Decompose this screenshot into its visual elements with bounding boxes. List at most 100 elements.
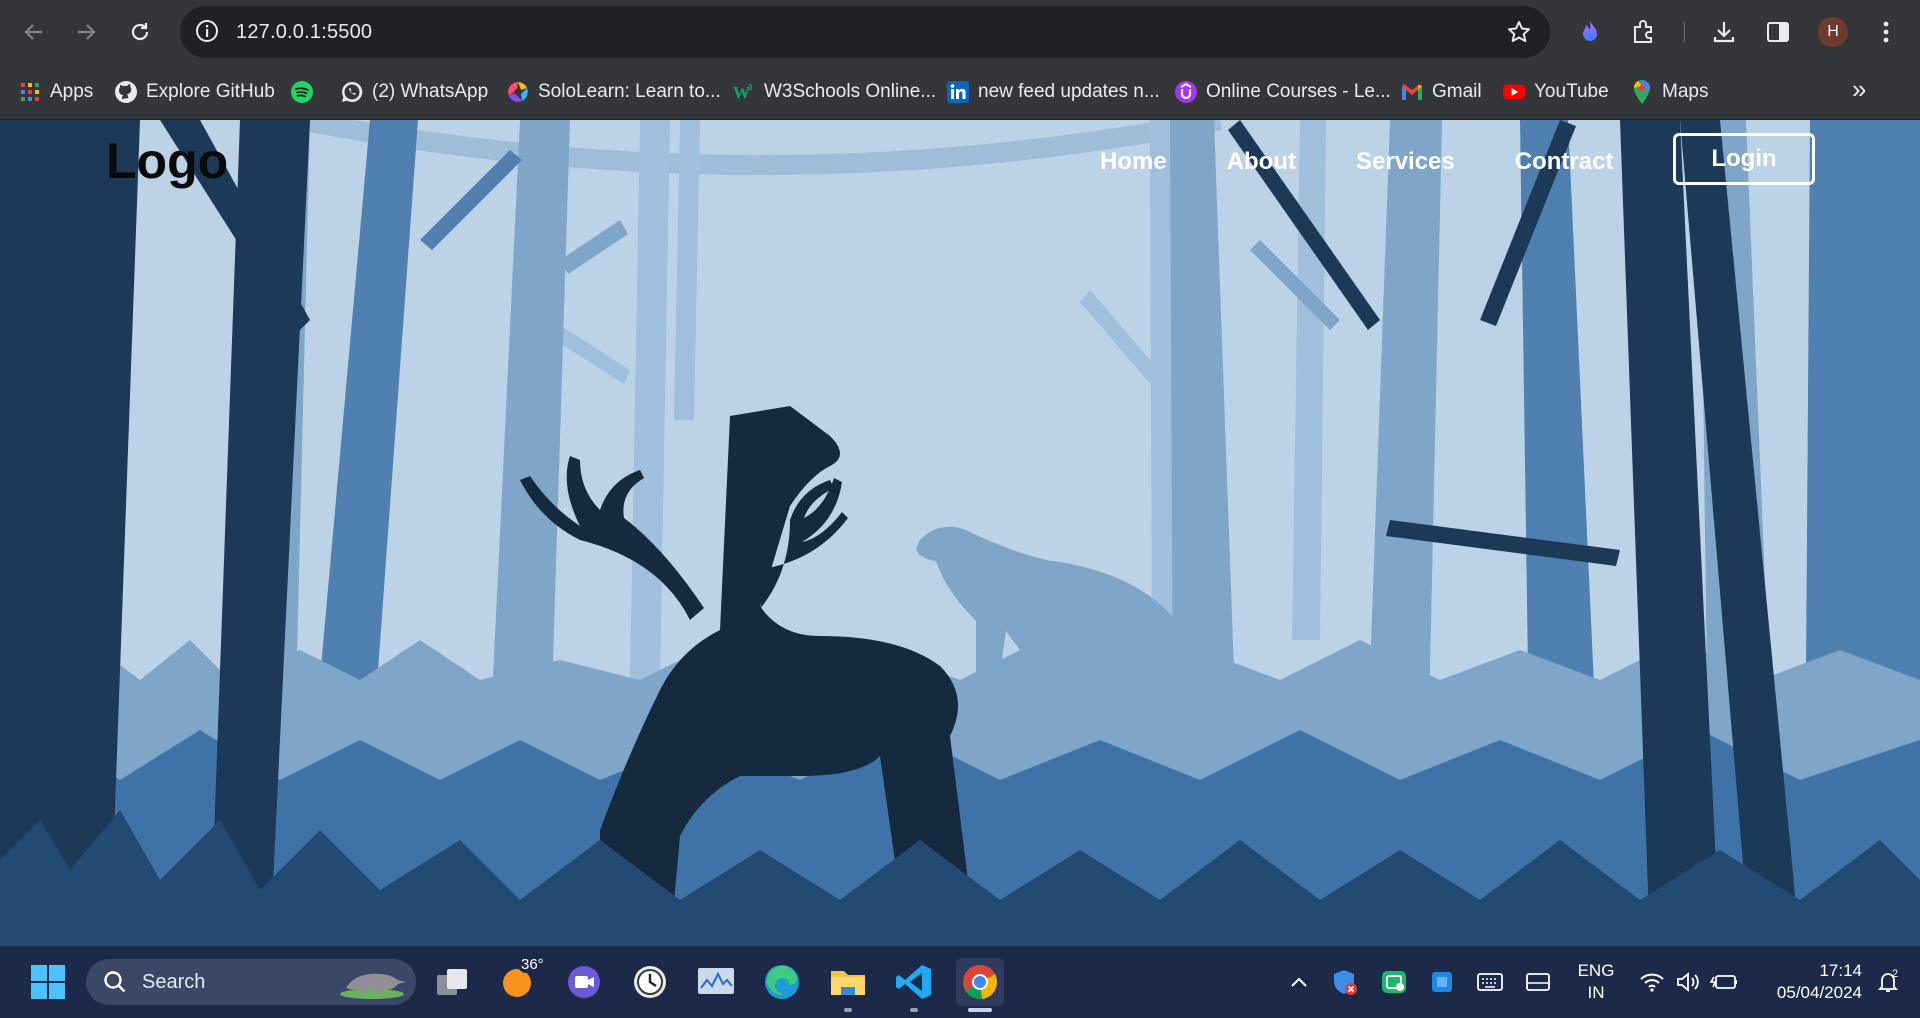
github-icon [114,80,138,104]
notification-count: 2 [1892,968,1899,980]
extension-flame-icon[interactable] [1572,14,1608,50]
security-tray[interactable] [1324,958,1364,1006]
bookmark-sololearn[interactable]: SoloLearn: Learn to... [506,76,721,108]
reload-button[interactable] [122,14,158,50]
bookmark-star-icon[interactable] [1506,19,1532,50]
login-button[interactable]: Login [1673,133,1815,185]
search-placeholder: Search [142,970,206,993]
bookmark-github[interactable]: Explore GitHub [114,76,275,108]
input-language[interactable]: ENG IN [1570,960,1622,1004]
tablet-mode-button[interactable] [1518,958,1558,1006]
profile-avatar[interactable]: H [1818,17,1848,47]
nav-link-services[interactable]: Services [1356,148,1455,176]
svg-text:3: 3 [748,83,753,92]
weather-widget[interactable]: 36° [494,956,547,1006]
show-hidden-icons-button[interactable] [1274,958,1324,1006]
edge-icon [765,965,799,999]
battery-button[interactable] [1702,958,1746,1006]
clock-date[interactable]: 17:14 05/04/2024 [1752,960,1862,1004]
notifications-button[interactable]: 2 [1868,958,1908,1006]
bookmark-label: W3Schools Online... [764,81,937,102]
back-button[interactable] [16,14,52,50]
folder-icon [831,971,865,995]
bookmark-w3schools[interactable]: W3 W3Schools Online... [732,76,936,108]
forward-arrow-icon [78,24,96,40]
site-info-icon[interactable] [194,18,220,49]
nav-link-about[interactable]: About [1227,148,1296,176]
bookmark-gmail[interactable]: Gmail [1400,76,1482,108]
whatsapp-icon [340,80,364,104]
blue-tray-app[interactable] [1422,958,1462,1006]
edge-browser-app[interactable] [758,958,806,1006]
reload-icon [131,23,149,41]
meet-app[interactable] [560,958,608,1006]
weather-temperature: 36° [518,956,547,973]
video-call-icon [568,966,600,998]
nav-link-home[interactable]: Home [1100,148,1167,176]
forward-button[interactable] [68,14,104,50]
w3schools-icon: W3 [732,80,756,104]
shield-warning-icon [1334,970,1357,995]
bookmark-label: Explore GitHub [146,81,275,102]
bookmark-udemy[interactable]: Online Courses - Le... [1174,76,1391,108]
blue-square-app-icon [1432,972,1452,992]
bookmark-youtube[interactable]: YouTube [1502,76,1609,108]
bookmark-label: YouTube [1534,81,1609,102]
bookmark-label: (2) WhatsApp [372,81,489,102]
keyboard-icon [1477,973,1503,991]
bookmark-label: new feed updates n... [978,81,1160,102]
taskbar-search[interactable]: Search [86,959,416,1005]
green-app-icon [1382,971,1406,993]
connectivity-tray[interactable] [1374,958,1414,1006]
side-panel-icon[interactable] [1760,14,1796,50]
site-logo[interactable]: Logo [106,132,228,190]
bookmark-label: SoloLearn: Learn to... [538,81,721,102]
wifi-icon [1640,973,1664,992]
address-bar[interactable]: 127.0.0.1:5500 [180,6,1550,58]
task-view-icon [437,969,467,995]
more-menu-icon[interactable] [1868,14,1904,50]
windows-logo-icon [31,965,65,999]
url-text[interactable]: 127.0.0.1:5500 [236,21,372,44]
chrome-app[interactable] [956,958,1004,1006]
forest-background-image [0,120,1920,946]
tablet-icon [1526,973,1550,991]
extensions-puzzle-icon[interactable] [1626,14,1662,50]
task-view-button[interactable] [428,958,476,1006]
back-arrow-icon [24,24,42,40]
more-bookmarks-chevron-icon[interactable]: » [1852,74,1866,105]
bookmark-spotify[interactable] [290,76,322,108]
downloads-icon[interactable] [1706,14,1742,50]
gmail-icon [1400,80,1424,104]
file-explorer-app[interactable] [824,958,872,1006]
browser-toolbar: 127.0.0.1:5500 H [0,0,1920,64]
start-button[interactable] [24,958,72,1006]
bookmark-whatsapp[interactable]: (2) WhatsApp [340,76,488,108]
bookmark-linkedin[interactable]: new feed updates n... [946,76,1160,108]
page-viewport: Logo Home About Services Contract Login [0,120,1920,946]
site-nav-links: Home About Services Contract [1100,148,1673,176]
clock-app[interactable] [626,958,674,1006]
vscode-icon [896,965,931,999]
nav-link-contract[interactable]: Contract [1515,148,1614,176]
bookmark-label: Gmail [1432,81,1482,102]
touch-keyboard-button[interactable] [1470,958,1510,1006]
chevron-up-icon [1291,977,1307,987]
bookmark-apps[interactable]: Apps [18,76,93,108]
bookmark-maps[interactable]: Maps [1630,76,1708,108]
vscode-app[interactable] [890,958,938,1006]
sololearn-icon [506,80,530,104]
battery-charging-icon [1710,975,1737,989]
monitor-chart-icon [698,968,734,994]
running-indicator [910,1008,918,1012]
performance-monitor-app[interactable] [692,958,740,1006]
bookmark-label: Apps [50,81,94,102]
chrome-icon [963,965,998,1000]
region-code: IN [1587,983,1605,1002]
search-icon [104,971,126,993]
bookmark-label: Online Courses - Le... [1206,81,1391,102]
speaker-icon [1677,972,1699,992]
active-indicator [968,1008,992,1012]
linkedin-icon [946,80,970,104]
clock-time: 17:14 [1819,961,1862,980]
